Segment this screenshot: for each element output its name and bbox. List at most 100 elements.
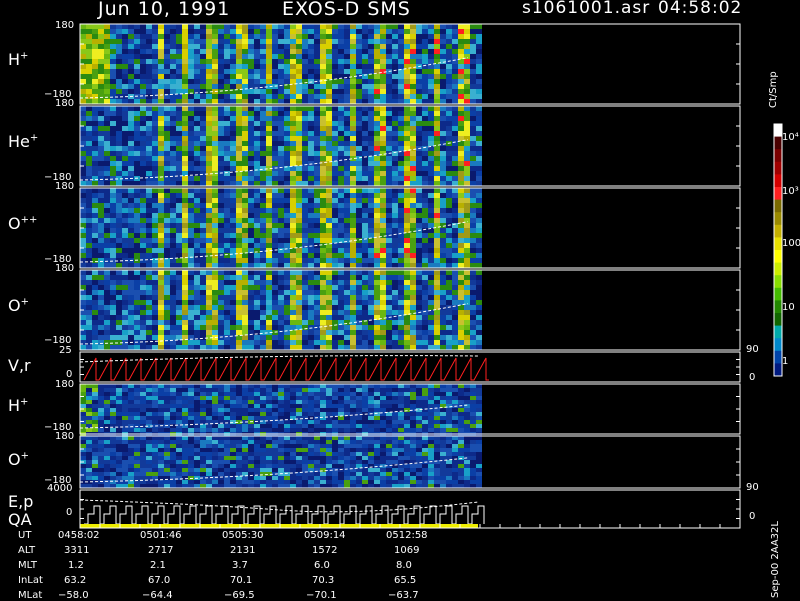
- data-cell: [368, 290, 374, 295]
- data-cell: [242, 424, 248, 428]
- data-cell: [248, 412, 254, 416]
- data-cell: [428, 74, 434, 79]
- data-cell: [158, 330, 164, 335]
- data-cell: [416, 59, 422, 64]
- data-cell: [470, 146, 476, 151]
- data-cell: [212, 213, 218, 218]
- data-cell: [314, 424, 320, 428]
- data-cell: [80, 213, 86, 218]
- data-cell: [230, 310, 236, 315]
- data-cell: [230, 193, 236, 198]
- data-cell: [266, 49, 272, 54]
- data-cell: [242, 300, 248, 305]
- data-cell: [248, 315, 254, 320]
- data-cell: [374, 94, 380, 99]
- data-cell: [392, 49, 398, 54]
- data-cell: [266, 29, 272, 34]
- data-cell: [350, 335, 356, 340]
- data-cell: [470, 223, 476, 228]
- data-cell: [86, 89, 92, 94]
- data-cell: [272, 213, 278, 218]
- data-cell: [386, 54, 392, 59]
- data-cell: [398, 193, 404, 198]
- data-cell: [134, 131, 140, 136]
- data-cell: [140, 203, 146, 208]
- data-cell: [344, 396, 350, 400]
- data-cell: [200, 136, 206, 141]
- data-cell: [434, 238, 440, 243]
- data-cell: [404, 34, 410, 39]
- data-cell: [158, 228, 164, 233]
- data-cell: [338, 44, 344, 49]
- data-cell: [188, 290, 194, 295]
- data-cell: [332, 263, 338, 268]
- data-cell: [254, 428, 260, 432]
- data-cell: [218, 310, 224, 315]
- data-cell: [212, 384, 218, 388]
- data-cell: [344, 34, 350, 39]
- data-cell: [104, 176, 110, 181]
- data-cell: [128, 300, 134, 305]
- data-cell: [404, 325, 410, 330]
- data-cell: [104, 79, 110, 84]
- data-cell: [296, 64, 302, 69]
- data-cell: [92, 161, 98, 166]
- data-cell: [92, 340, 98, 345]
- data-cell: [224, 166, 230, 171]
- data-cell: [278, 156, 284, 161]
- data-cell: [356, 84, 362, 89]
- data-cell: [356, 388, 362, 392]
- data-cell: [446, 99, 452, 104]
- data-cell: [242, 325, 248, 330]
- data-cell: [164, 111, 170, 116]
- data-cell: [410, 34, 416, 39]
- data-cell: [212, 275, 218, 280]
- data-cell: [266, 320, 272, 325]
- data-cell: [302, 412, 308, 416]
- data-cell: [224, 428, 230, 432]
- data-cell: [380, 213, 386, 218]
- data-cell: [134, 121, 140, 126]
- data-cell: [254, 171, 260, 176]
- data-cell: [344, 94, 350, 99]
- data-cell: [332, 208, 338, 213]
- data-cell: [110, 176, 116, 181]
- data-cell: [428, 320, 434, 325]
- data-cell: [212, 396, 218, 400]
- data-cell: [110, 270, 116, 275]
- data-cell: [362, 136, 368, 141]
- data-cell: [332, 151, 338, 156]
- data-cell: [116, 171, 122, 176]
- data-cell: [152, 213, 158, 218]
- data-cell: [326, 300, 332, 305]
- data-cell: [392, 335, 398, 340]
- data-cell: [314, 218, 320, 223]
- data-cell: [206, 396, 212, 400]
- data-cell: [122, 29, 128, 34]
- data-cell: [194, 44, 200, 49]
- data-cell: [314, 305, 320, 310]
- data-cell: [332, 74, 338, 79]
- data-cell: [92, 335, 98, 340]
- data-cell: [146, 188, 152, 193]
- data-cell: [170, 151, 176, 156]
- data-cell: [422, 156, 428, 161]
- data-cell: [110, 89, 116, 94]
- data-cell: [170, 396, 176, 400]
- data-cell: [164, 392, 170, 396]
- data-cell: [398, 171, 404, 176]
- data-cell: [362, 208, 368, 213]
- data-cell: [350, 384, 356, 388]
- data-cell: [296, 285, 302, 290]
- data-cell: [290, 141, 296, 146]
- data-cell: [332, 39, 338, 44]
- data-cell: [158, 218, 164, 223]
- data-cell: [176, 136, 182, 141]
- data-cell: [410, 24, 416, 29]
- data-cell: [92, 141, 98, 146]
- data-cell: [242, 416, 248, 420]
- data-cell: [302, 176, 308, 181]
- data-cell: [380, 218, 386, 223]
- data-cell: [296, 315, 302, 320]
- data-cell: [308, 228, 314, 233]
